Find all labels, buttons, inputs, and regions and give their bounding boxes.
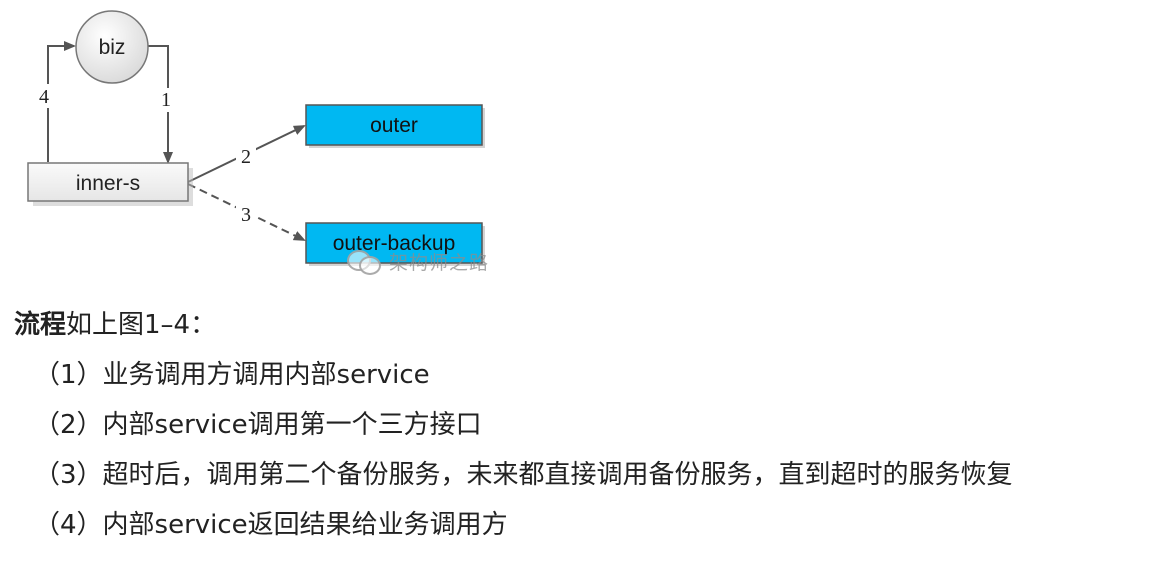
step-item-3: （3）超时后，调用第二个备份服务，未来都直接调用备份服务，直到超时的服务恢复: [34, 460, 1013, 490]
edge-label-1: 1: [161, 89, 171, 111]
edge-label-4: 4: [39, 86, 49, 108]
watermark: 架构师之路: [345, 246, 489, 276]
flow-diagram: 4 1 2 3 biz inner-s outer outer-backup: [27, 10, 485, 266]
node-biz: biz: [75, 10, 149, 84]
edge-label-2: 2: [241, 146, 251, 168]
heading-bold: 流程: [14, 310, 67, 340]
step-item-1: （1）业务调用方调用内部service: [34, 360, 430, 390]
node-biz-label: biz: [99, 36, 126, 59]
edge-label-3: 3: [241, 204, 251, 226]
description: 流程如上图1–4： （1）业务调用方调用内部service （2）内部servi…: [14, 304, 1164, 550]
node-outer: outer: [305, 104, 485, 148]
node-inner-s: inner-s: [27, 162, 193, 206]
step-item-2: （2）内部service调用第一个三方接口: [34, 410, 482, 440]
node-outer-label: outer: [370, 114, 418, 137]
heading-rest: 如上图1–4：: [66, 310, 217, 340]
wechat-icon: [345, 246, 383, 276]
watermark-text: 架构师之路: [389, 251, 490, 274]
page: 4 1 2 3 biz inner-s outer outer-backup 架…: [0, 0, 1176, 578]
step-item-4: （4）内部service返回结果给业务调用方: [34, 510, 508, 540]
step-list: （1）业务调用方调用内部service （2）内部service调用第一个三方接…: [14, 350, 1164, 550]
node-inner-s-label: inner-s: [76, 172, 140, 195]
description-heading: 流程如上图1–4：: [14, 304, 1164, 346]
